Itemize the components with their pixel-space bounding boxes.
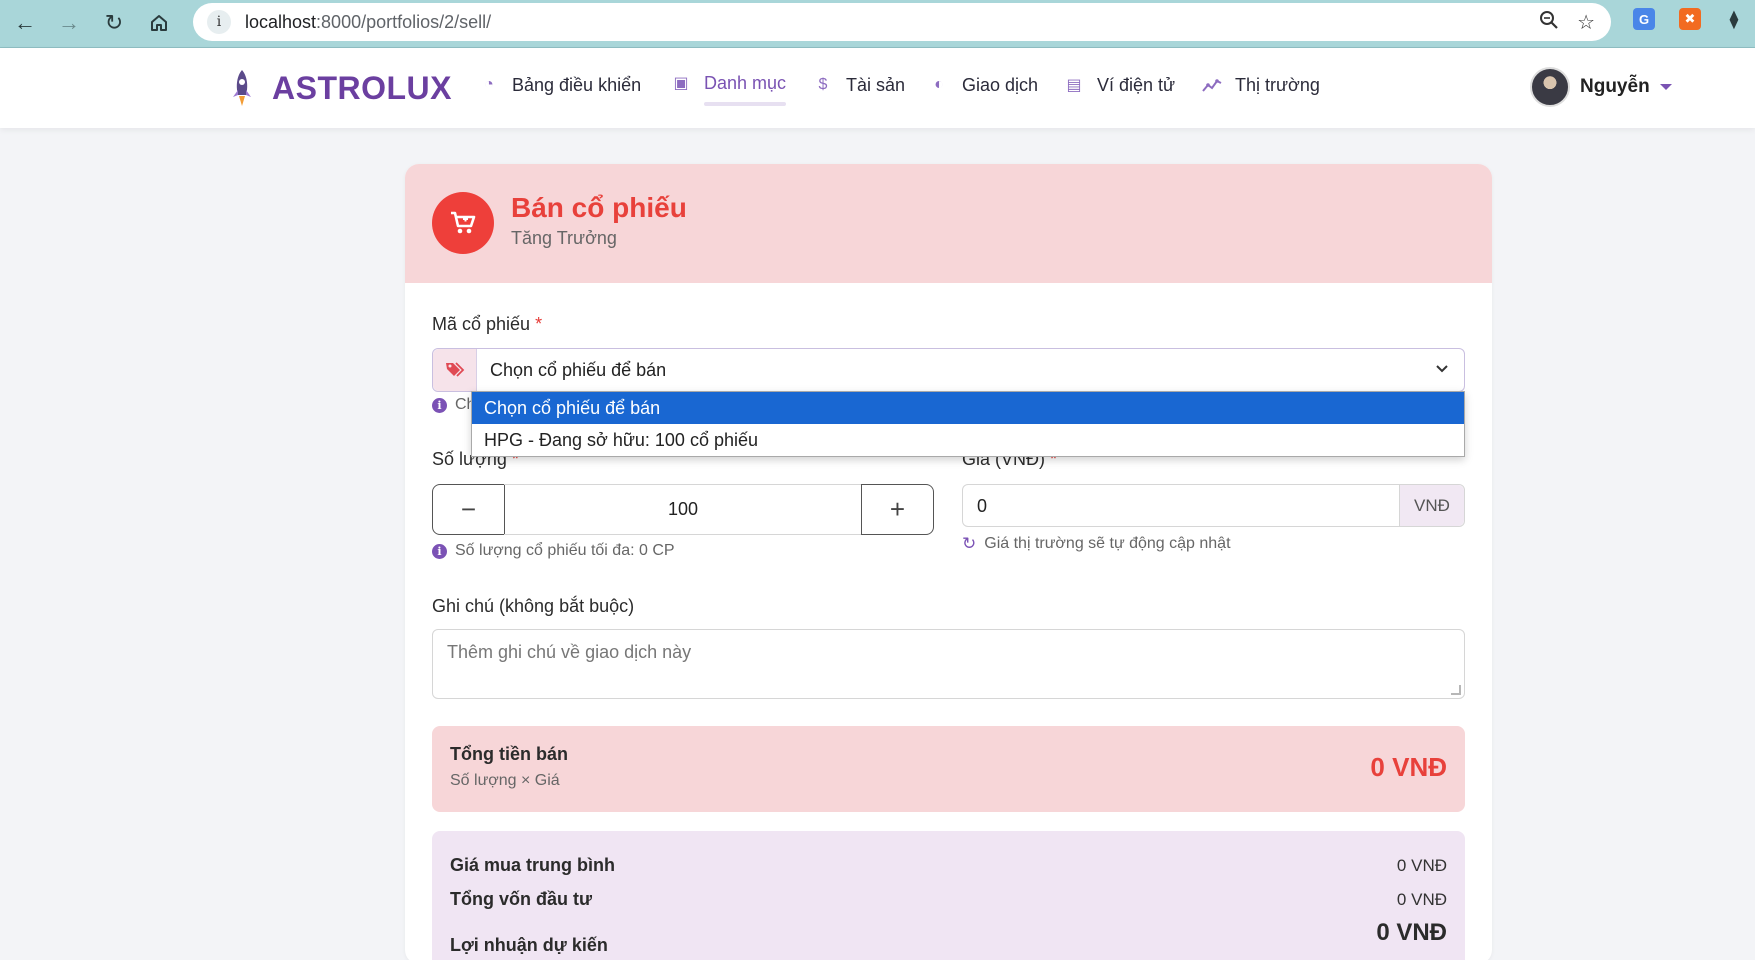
url-text[interactable]: localhost:8000/portfolios/2/sell/ (245, 12, 491, 33)
active-nav-indicator (704, 102, 787, 106)
portfolio-name: Tăng Trưởng (511, 228, 617, 248)
dropdown-option[interactable]: HPG - Đang sở hữu: 100 cổ phiếu (472, 424, 1464, 456)
stock-select-value: Chọn cổ phiếu để bán (490, 360, 667, 380)
nav-portfolio[interactable]: ▣ Danh mục (670, 72, 787, 106)
price-unit: VNĐ (1399, 485, 1464, 526)
reload-icon[interactable]: ↻ (97, 6, 131, 40)
invested-label: Tổng vốn đầu tư (450, 889, 593, 909)
home-icon[interactable] (142, 6, 176, 40)
info-icon: i (432, 397, 447, 413)
total-formula: Số lượng × Giá (450, 772, 560, 789)
nav-market[interactable]: Thị trường (1201, 74, 1320, 96)
nav-transactions-label: Giao dịch (962, 74, 1039, 95)
total-label: Tổng tiền bán (450, 744, 568, 764)
note-placeholder: Thêm ghi chú về giao dịch này (447, 642, 692, 662)
dashboard-icon: ◔ (484, 76, 494, 93)
nav-dashboard[interactable]: ◔ Bảng điều khiển (478, 74, 641, 96)
coin-icon: ◐ (934, 76, 944, 93)
dropdown-option[interactable]: Chọn cổ phiếu để bán (472, 392, 1464, 424)
stock-code-label: Mã cổ phiếu * (432, 314, 543, 334)
forward-arrow-icon[interactable]: → (52, 6, 86, 40)
invested-value: 0 VNĐ (1396, 890, 1447, 909)
app-navbar: ASTROLUX ◔ Bảng điều khiển ▣ Danh mục $ … (0, 48, 1755, 128)
increase-button[interactable]: + (861, 484, 934, 535)
moneybag-icon: $ (818, 76, 828, 93)
resize-handle-icon[interactable] (1451, 685, 1461, 695)
avg-buy-value: 0 VNĐ (1396, 856, 1447, 875)
quantity-input[interactable]: 100 (504, 484, 862, 535)
decrease-button[interactable]: − (432, 484, 505, 535)
tag-icon (433, 349, 477, 391)
user-name: Nguyễn (1580, 76, 1650, 97)
browser-toolbar: ← → ↻ i localhost:8000/portfolios/2/sell… (0, 0, 1755, 48)
profit-value: 0 VNĐ (1376, 919, 1447, 946)
brand-name: ASTROLUX (272, 69, 452, 106)
user-menu[interactable]: Nguyễn (1530, 67, 1672, 107)
folder-icon: ▣ (673, 75, 689, 92)
brand-logo[interactable]: ASTROLUX (228, 68, 452, 108)
avg-buy-label: Giá mua trung bình (450, 855, 615, 875)
stock-hint: i Ch (432, 396, 475, 414)
profit-summary: Giá mua trung bình 0 VNĐ Tổng vốn đầu tư… (432, 831, 1465, 960)
nav-transactions[interactable]: ◐ Giao dịch (928, 74, 1038, 96)
nav-wallet[interactable]: ▤ Ví điện tử (1063, 74, 1175, 96)
sell-stock-card: Bán cổ phiếu Tăng Trưởng Mã cổ phiếu * C… (405, 164, 1492, 960)
price-input[interactable]: 0 VNĐ (962, 484, 1465, 527)
note-textarea[interactable]: Thêm ghi chú về giao dịch này (432, 629, 1465, 699)
rocket-icon (233, 70, 251, 106)
site-info-icon[interactable]: i (207, 10, 231, 34)
zoom-icon[interactable] (1539, 10, 1559, 36)
translate-extension-icon[interactable]: G (1633, 8, 1655, 30)
nav-assets-label: Tài sản (846, 74, 906, 95)
page-title: Bán cổ phiếu (511, 192, 687, 223)
nav-wallet-label: Ví điện tử (1097, 74, 1176, 95)
nav-portfolio-label: Danh mục (704, 72, 787, 93)
card-header: Bán cổ phiếu Tăng Trưởng (405, 164, 1492, 283)
total-amount: 0 VNĐ (1370, 752, 1447, 782)
extension-icon[interactable]: ✖ (1679, 8, 1701, 30)
nav-assets[interactable]: $ Tài sản (812, 74, 905, 96)
wallet-icon: ▤ (1066, 77, 1082, 94)
price-hint: ↻ Giá thị trường sẽ tự động cập nhật (962, 534, 1231, 553)
nav-market-label: Thị trường (1235, 74, 1320, 95)
cart-icon (432, 192, 494, 254)
nav-dashboard-label: Bảng điều khiển (512, 74, 642, 95)
bookmark-star-icon[interactable]: ☆ (1577, 10, 1595, 35)
info-icon: i (432, 543, 447, 559)
breadcrumb (405, 123, 875, 133)
price-value: 0 (977, 496, 988, 516)
quantity-stepper: − 100 + (432, 484, 934, 535)
refresh-icon: ↻ (962, 534, 977, 553)
stock-dropdown-list[interactable]: Chọn cổ phiếu để bán HPG - Đang sở hữu: … (471, 391, 1465, 457)
stock-select[interactable]: Chọn cổ phiếu để bán (432, 348, 1465, 392)
chart-line-icon (1201, 74, 1223, 96)
note-label: Ghi chú (không bắt buộc) (432, 596, 635, 616)
puzzle-extensions-icon[interactable]: ⧫ (1723, 8, 1745, 30)
avatar[interactable] (1530, 67, 1570, 107)
quantity-hint: i Số lượng cổ phiếu tối đa: 0 CP (432, 542, 675, 560)
address-bar[interactable]: i localhost:8000/portfolios/2/sell/ ☆ (193, 3, 1611, 41)
chevron-down-icon[interactable] (1434, 361, 1450, 377)
chevron-down-icon[interactable] (1659, 84, 1672, 90)
back-arrow-icon[interactable]: ← (8, 6, 42, 40)
profit-label: Lợi nhuận dự kiến (450, 935, 608, 955)
total-sale-box: Tổng tiền bán Số lượng × Giá 0 VNĐ (432, 726, 1465, 812)
